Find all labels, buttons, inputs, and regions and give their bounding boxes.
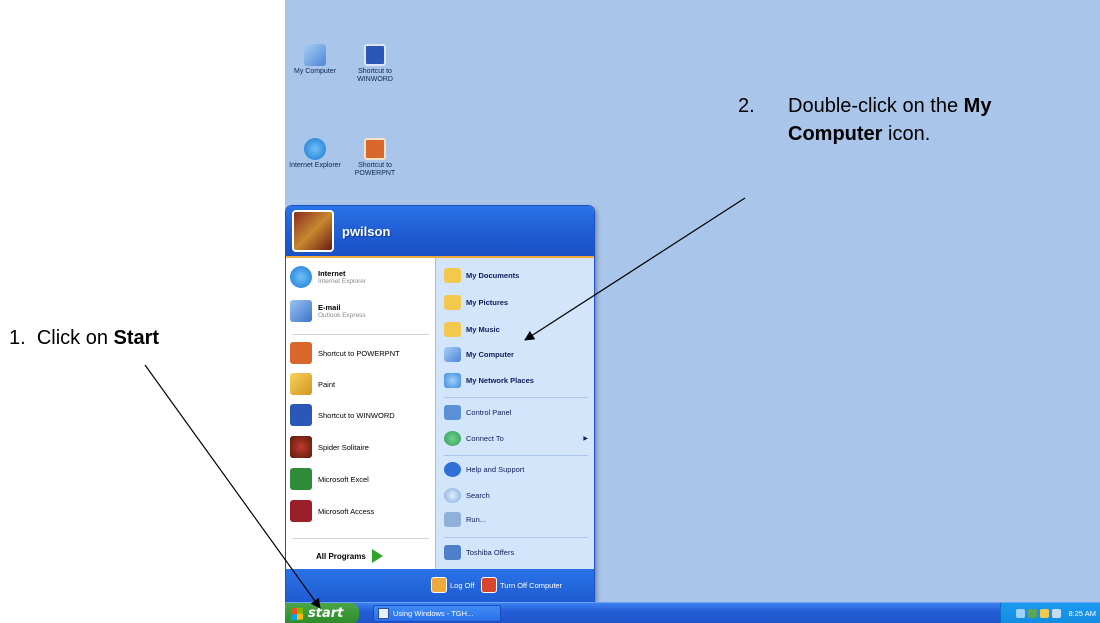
arrow-to-my-computer — [524, 197, 746, 341]
arrow-to-start — [144, 364, 321, 609]
annotation-arrows — [144, 197, 746, 609]
